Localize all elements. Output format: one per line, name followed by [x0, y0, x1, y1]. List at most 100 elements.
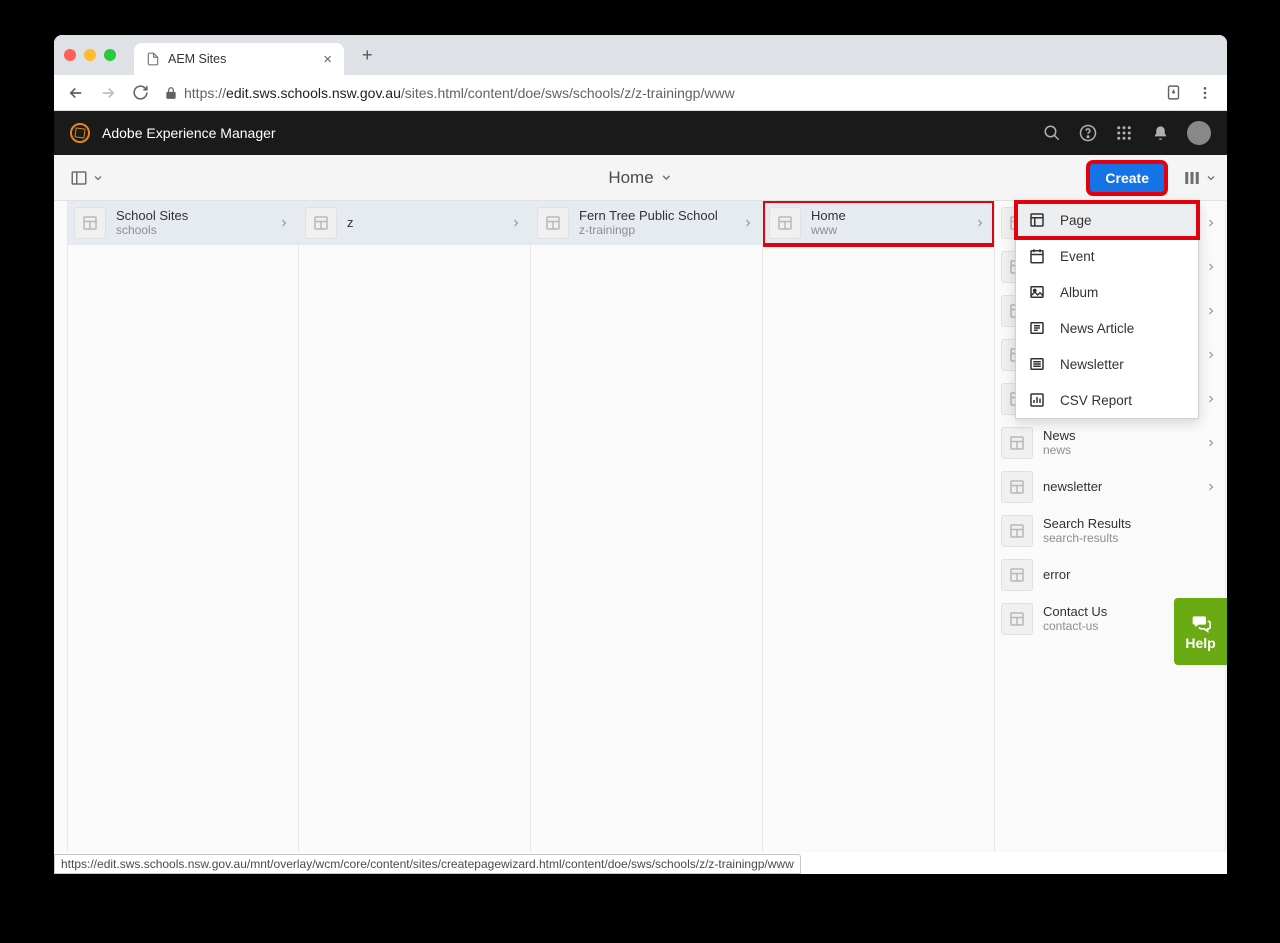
browser-window: AEM Sites × + https://edit.sws.schools.n… — [54, 35, 1227, 874]
column-item[interactable]: Search Results search-results — [995, 509, 1225, 553]
column-item[interactable]: School Sites schools — [68, 201, 298, 245]
column-item[interactable]: error — [995, 553, 1225, 597]
column: Fern Tree Public School z-trainingp — [531, 201, 763, 852]
browser-menu-icon[interactable] — [1191, 79, 1219, 107]
column-item[interactable]: Fern Tree Public School z-trainingp — [531, 201, 762, 245]
image-icon — [1028, 283, 1046, 301]
chevron-right-icon — [1205, 217, 1217, 229]
column-item[interactable]: News news — [995, 421, 1225, 465]
tab-strip: AEM Sites × + — [54, 35, 1227, 75]
create-menu-item[interactable]: Newsletter — [1016, 346, 1198, 382]
browser-tab[interactable]: AEM Sites × — [134, 43, 344, 75]
column: School Sites schools — [68, 201, 299, 852]
page-icon — [1001, 603, 1033, 635]
create-menu-label: Page — [1060, 213, 1092, 228]
column-item-text: School Sites schools — [116, 208, 268, 237]
address-bar[interactable]: https://edit.sws.schools.nsw.gov.au/site… — [158, 85, 1155, 101]
chevron-right-icon — [1205, 305, 1217, 317]
column: z — [299, 201, 531, 852]
breadcrumb-label: Home — [608, 168, 653, 188]
page-icon — [1001, 559, 1033, 591]
bell-icon[interactable] — [1151, 124, 1169, 142]
action-bar: Home Create — [54, 155, 1227, 201]
column-item-text: Fern Tree Public School z-trainingp — [579, 208, 732, 237]
chevron-right-icon — [510, 217, 522, 229]
chevron-down-icon — [1205, 172, 1217, 184]
url-text: https://edit.sws.schools.nsw.gov.au/site… — [184, 85, 735, 101]
create-menu-label: News Article — [1060, 321, 1134, 336]
page-icon — [74, 207, 106, 239]
column-item-text: error — [1043, 567, 1217, 582]
install-app-icon[interactable] — [1159, 79, 1187, 107]
back-button[interactable] — [62, 79, 90, 107]
new-tab-button[interactable]: + — [354, 41, 381, 70]
product-name: Adobe Experience Manager — [102, 125, 276, 141]
column-item-text: Search Results search-results — [1043, 516, 1217, 545]
chevron-right-icon — [1205, 481, 1217, 493]
rail-toggle[interactable] — [64, 165, 110, 191]
create-menu-label: Newsletter — [1060, 357, 1124, 372]
create-menu-item[interactable]: Album — [1016, 274, 1198, 310]
create-menu: Page Event Album News Article Newsletter CSV … — [1015, 201, 1199, 419]
maximize-window-icon[interactable] — [104, 49, 116, 61]
breadcrumb[interactable]: Home — [608, 168, 672, 188]
page-icon — [769, 207, 801, 239]
chevron-right-icon — [1205, 349, 1217, 361]
column: Home www — [763, 201, 995, 852]
column-item-text: Home www — [811, 208, 964, 237]
column-item-text: newsletter — [1043, 479, 1195, 494]
status-bar: https://edit.sws.schools.nsw.gov.au/mnt/… — [54, 854, 801, 874]
page-icon — [1001, 427, 1033, 459]
column-item[interactable]: newsletter — [995, 465, 1225, 509]
create-menu-label: Album — [1060, 285, 1098, 300]
list-icon — [1028, 355, 1046, 373]
create-button[interactable]: Create — [1089, 163, 1165, 193]
tab-title: AEM Sites — [168, 52, 315, 66]
chevron-down-icon — [92, 172, 104, 184]
column-item[interactable]: Home www — [763, 201, 994, 245]
user-avatar[interactable] — [1187, 121, 1211, 145]
reload-button[interactable] — [126, 79, 154, 107]
lock-icon — [164, 86, 178, 100]
chevron-right-icon — [1205, 437, 1217, 449]
create-menu-item[interactable]: Event — [1016, 238, 1198, 274]
create-menu-item[interactable]: CSV Report — [1016, 382, 1198, 418]
calendar-icon — [1028, 247, 1046, 265]
apps-grid-icon[interactable] — [1115, 124, 1133, 142]
page-icon — [1001, 471, 1033, 503]
help-label: Help — [1185, 635, 1215, 651]
page-icon — [305, 207, 337, 239]
chevron-down-icon — [660, 171, 673, 184]
minimize-window-icon[interactable] — [84, 49, 96, 61]
page-icon — [1001, 515, 1033, 547]
chevron-right-icon — [1205, 261, 1217, 273]
page-icon — [1028, 211, 1046, 229]
chevron-right-icon — [974, 217, 986, 229]
chevron-right-icon — [742, 217, 754, 229]
view-switcher[interactable] — [1183, 169, 1217, 187]
create-menu-label: CSV Report — [1060, 393, 1132, 408]
column-item[interactable]: z — [299, 201, 530, 245]
report-icon — [1028, 391, 1046, 409]
chevron-right-icon — [278, 217, 290, 229]
create-menu-item[interactable]: Page — [1016, 202, 1198, 238]
create-menu-label: Event — [1060, 249, 1095, 264]
status-url: https://edit.sws.schools.nsw.gov.au/mnt/… — [61, 857, 794, 871]
column-item-text: z — [347, 215, 500, 230]
create-menu-item[interactable]: News Article — [1016, 310, 1198, 346]
news-icon — [1028, 319, 1046, 337]
page-icon — [537, 207, 569, 239]
help-tab[interactable]: Help — [1174, 598, 1227, 665]
file-icon — [146, 52, 160, 66]
help-icon[interactable] — [1079, 124, 1097, 142]
close-tab-icon[interactable]: × — [323, 51, 332, 68]
search-icon[interactable] — [1043, 124, 1061, 142]
close-window-icon[interactable] — [64, 49, 76, 61]
aem-logo-icon[interactable] — [70, 123, 90, 143]
window-controls[interactable] — [64, 49, 116, 61]
aem-header: Adobe Experience Manager — [54, 111, 1227, 155]
column-item-text: News news — [1043, 428, 1195, 457]
address-toolbar: https://edit.sws.schools.nsw.gov.au/site… — [54, 75, 1227, 111]
column-view: School Sites schools z Fern Tree Public … — [54, 201, 1227, 852]
forward-button[interactable] — [94, 79, 122, 107]
